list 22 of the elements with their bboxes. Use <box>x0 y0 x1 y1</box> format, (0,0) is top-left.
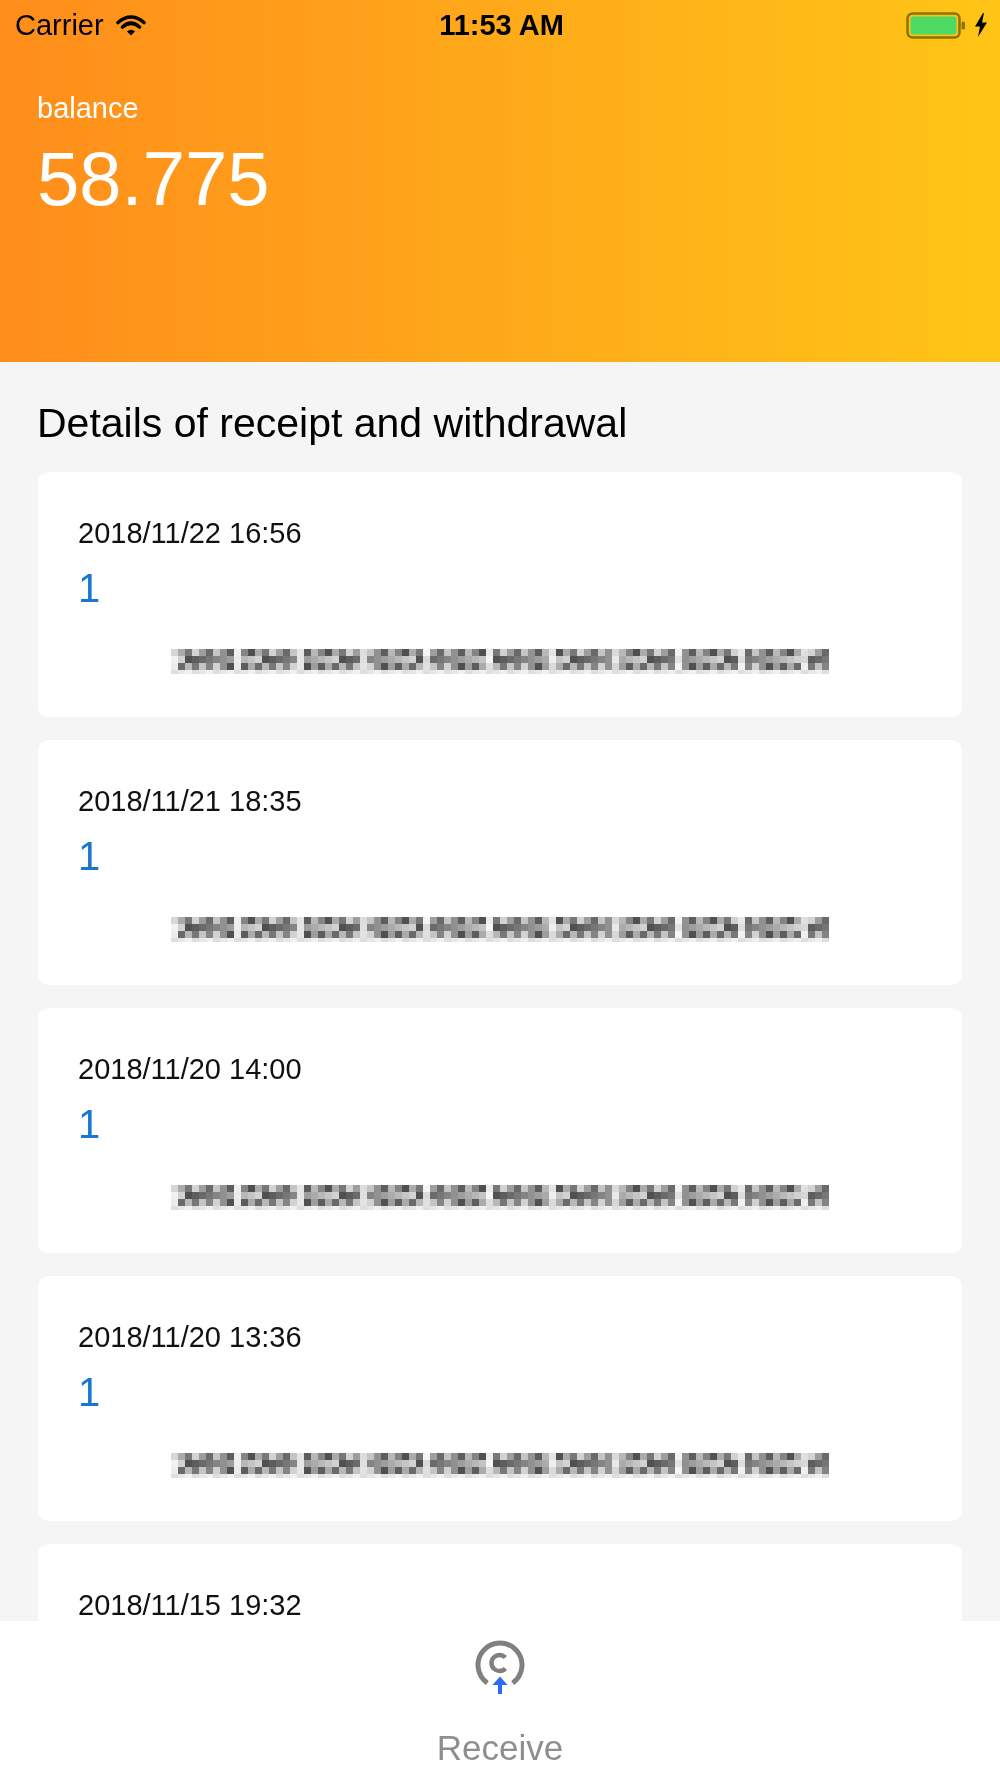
section-title: Details of receipt and withdrawal <box>37 399 628 447</box>
transaction-card[interactable]: 2018/11/22 16:56 1 <box>38 472 962 717</box>
charging-bolt-icon <box>974 13 988 37</box>
transaction-card[interactable]: 2018/11/15 19:32 <box>38 1544 962 1621</box>
transaction-card[interactable]: 2018/11/20 14:00 1 <box>38 1008 962 1253</box>
transaction-amount: 1 <box>78 565 101 611</box>
transaction-time: 2018/11/22 16:56 <box>78 519 302 548</box>
battery-icon <box>906 11 966 39</box>
wifi-icon <box>115 14 146 36</box>
transaction-amount: 1 <box>78 833 101 879</box>
transaction-card[interactable]: 2018/11/21 18:35 1 <box>38 740 962 985</box>
transaction-time: 2018/11/20 14:00 <box>78 1055 302 1084</box>
transaction-time: 2018/11/15 19:32 <box>78 1591 302 1620</box>
balance-label: balance <box>37 92 139 124</box>
carrier-name: Carrier <box>15 9 104 41</box>
transaction-time: 2018/11/20 13:36 <box>78 1323 302 1352</box>
transaction-card[interactable]: 2018/11/20 13:36 1 <box>38 1276 962 1521</box>
transaction-amount: 1 <box>78 1369 101 1415</box>
transaction-time: 2018/11/21 18:35 <box>78 787 302 816</box>
transaction-amount: 1 <box>78 1101 101 1147</box>
balance-amount: 58.775 <box>37 141 270 217</box>
status-time: 11:53 AM <box>439 9 564 41</box>
